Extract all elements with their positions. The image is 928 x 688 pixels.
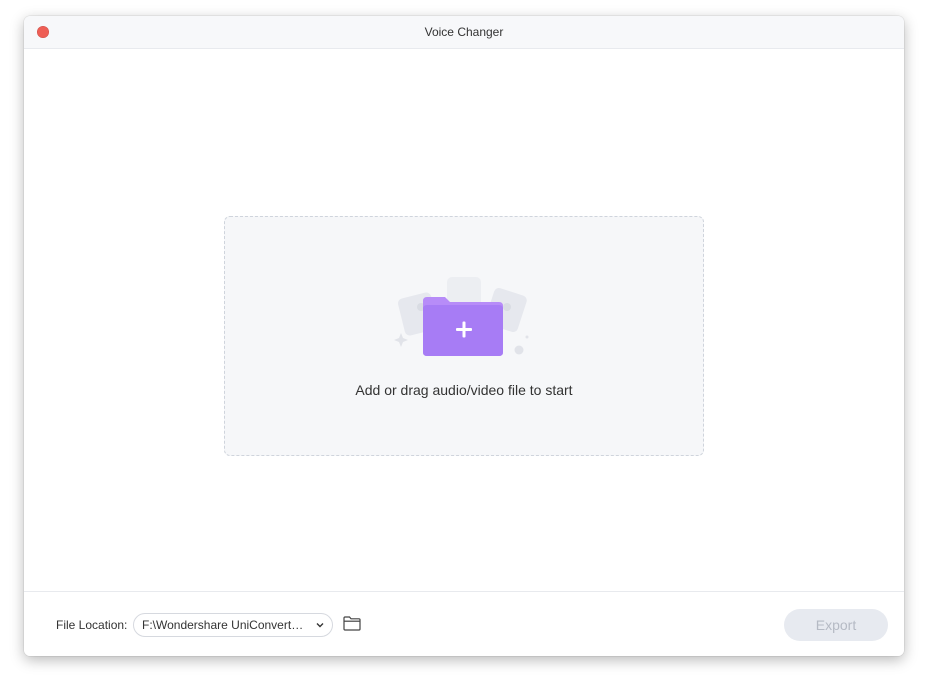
file-location-value: F:\Wondershare UniConverte...	[142, 618, 304, 632]
window-title: Voice Changer	[424, 25, 504, 39]
folder-icon[interactable]	[343, 616, 361, 631]
file-drop-zone[interactable]: Add or drag audio/video file to start	[224, 216, 704, 456]
title-bar: Voice Changer	[24, 16, 904, 49]
footer-bar: File Location: F:\Wondershare UniConvert…	[24, 591, 904, 656]
chevron-down-icon	[316, 623, 324, 628]
voice-changer-window: Voice Changer Add or drag audio/video fi…	[24, 16, 904, 656]
add-folder-icon[interactable]	[393, 271, 533, 363]
file-location-label: File Location:	[56, 618, 128, 632]
file-location-select[interactable]: F:\Wondershare UniConverte...	[133, 613, 333, 637]
export-button[interactable]: Export	[784, 609, 888, 641]
drop-zone-prompt: Add or drag audio/video file to start	[355, 382, 573, 398]
